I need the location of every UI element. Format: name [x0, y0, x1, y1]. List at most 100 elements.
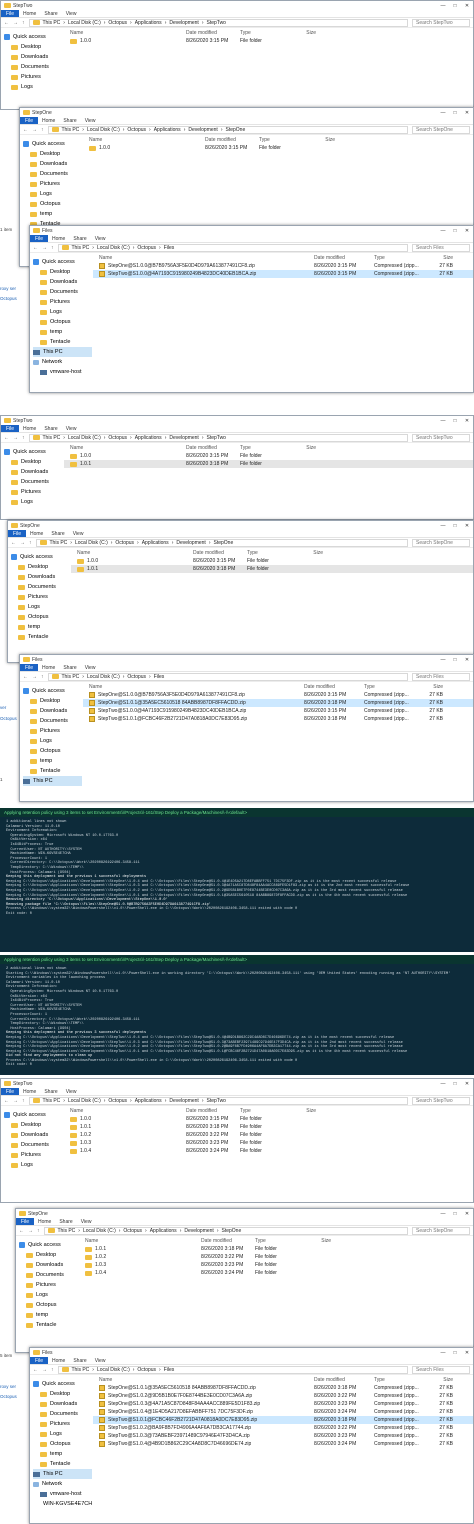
tab-home[interactable]: Home [26, 530, 47, 537]
breadcrumb-segment[interactable]: StepTwo [207, 1098, 226, 1104]
tab-view[interactable]: View [62, 10, 81, 17]
forward-icon[interactable]: → [13, 1098, 18, 1104]
breadcrumb-segment[interactable]: Local Disk (C:) [97, 245, 130, 251]
search-input[interactable]: Search StepOne [412, 1226, 470, 1235]
column-header[interactable]: Name [83, 137, 199, 143]
tab-file[interactable]: File [1, 425, 19, 432]
breadcrumb-segment[interactable]: Local Disk (C:) [68, 435, 101, 441]
maximize-button[interactable]: □ [449, 228, 461, 234]
back-icon[interactable]: ← [4, 1098, 9, 1104]
back-icon[interactable]: ← [33, 1367, 38, 1373]
maximize-button[interactable]: □ [449, 1211, 461, 1217]
file-row[interactable]: StepTwo@S1.0.1@FCBC46F2B2721D47A0818A0DC… [93, 1416, 473, 1424]
nav-item[interactable]: Tentacle [11, 632, 70, 642]
tab-home[interactable]: Home [19, 10, 40, 17]
column-header[interactable]: Date modified [308, 255, 368, 261]
nav-item[interactable]: Downloads [4, 467, 63, 477]
breadcrumb[interactable]: This PC › Local Disk (C:) › Octopus › Files [57, 243, 408, 252]
maximize-button[interactable]: □ [449, 523, 461, 529]
breadcrumb-segment[interactable]: Local Disk (C:) [75, 540, 108, 546]
nav-item[interactable]: Downloads [33, 277, 92, 287]
nav-item[interactable]: Octopus [19, 1300, 78, 1310]
folder-row[interactable]: 1.0.4 8/26/2020 3:24 PM File folder [79, 1269, 473, 1277]
nav-item[interactable]: Documents [33, 287, 92, 297]
breadcrumb-segment[interactable]: Octopus [123, 1228, 142, 1234]
breadcrumb-segment[interactable]: This PC [50, 540, 68, 546]
breadcrumb-segment[interactable]: Octopus [108, 20, 127, 26]
forward-icon[interactable]: → [13, 20, 18, 26]
breadcrumb-segment[interactable]: This PC [72, 245, 90, 251]
breadcrumb-segment[interactable]: Development [169, 20, 198, 26]
column-header[interactable]: Name [83, 684, 298, 690]
column-header[interactable]: Type [358, 684, 418, 690]
tab-home[interactable]: Home [48, 1357, 69, 1364]
nav-item[interactable]: Octopus [33, 317, 92, 327]
breadcrumb-segment[interactable]: StepTwo [207, 20, 226, 26]
search-input[interactable]: Search StepOne [412, 538, 470, 547]
quick-access[interactable]: Quick access [19, 1240, 78, 1250]
nav-item[interactable]: Octopus [11, 612, 70, 622]
up-icon[interactable]: ↑ [51, 1367, 54, 1373]
close-button[interactable]: ✕ [461, 110, 473, 116]
quick-access[interactable]: Quick access [33, 1379, 92, 1389]
nav-item[interactable]: Desktop [33, 1389, 92, 1399]
breadcrumb-segment[interactable]: Applications [142, 540, 169, 546]
column-header[interactable]: Type [368, 255, 428, 261]
nav-item[interactable]: Tentacle [23, 766, 82, 776]
nav-item[interactable]: Documents [4, 477, 63, 487]
nav-item[interactable]: Octopus [23, 746, 82, 756]
breadcrumb[interactable]: This PC › Local Disk (C:) › Octopus › Applicat… [35, 538, 408, 547]
column-header[interactable]: Size [301, 1238, 331, 1244]
column-header[interactable]: Date modified [187, 550, 241, 556]
file-row[interactable]: StepTwo@S1.0.2@BA9F8B7FD4906A4AF6A7DB3CA… [93, 1424, 473, 1432]
up-icon[interactable]: ↑ [29, 540, 32, 546]
column-header[interactable]: Type [249, 1238, 301, 1244]
nav-item[interactable]: Downloads [23, 706, 82, 716]
maximize-button[interactable]: □ [449, 110, 461, 116]
this-pc[interactable]: This PC [23, 776, 82, 786]
file-row[interactable]: StepOne@S1.0.3@4A71A5C87D848F84AA4ACC889… [93, 1400, 473, 1408]
up-icon[interactable]: ↑ [51, 245, 54, 251]
tab-home[interactable]: Home [38, 664, 59, 671]
close-button[interactable]: ✕ [461, 523, 473, 529]
column-header[interactable]: Size [286, 30, 316, 36]
log-header[interactable]: Applying retention policy using 3 items … [0, 808, 474, 817]
tab-share[interactable]: Share [69, 235, 90, 242]
tab-home[interactable]: Home [38, 117, 59, 124]
nav-item[interactable]: temp [23, 756, 82, 766]
folder-row[interactable]: 1.0.1 8/26/2020 3:18 PM File folder [79, 1245, 473, 1253]
nav-item[interactable]: Pictures [23, 179, 82, 189]
nav-item[interactable]: temp [11, 622, 70, 632]
breadcrumb-segment[interactable]: Octopus [127, 674, 146, 680]
search-input[interactable]: Search StepTwo [412, 18, 470, 27]
nav-item[interactable]: Desktop [4, 1120, 63, 1130]
nav-item[interactable]: Logs [23, 189, 82, 199]
breadcrumb-segment[interactable]: Local Disk (C:) [97, 1367, 130, 1373]
nav-item[interactable]: Tentacle [33, 337, 92, 347]
forward-icon[interactable]: → [20, 540, 25, 546]
tab-file[interactable]: File [1, 10, 19, 17]
tab-home[interactable]: Home [19, 1088, 40, 1095]
column-header[interactable]: Name [79, 1238, 195, 1244]
nav-item[interactable]: Octopus [33, 1439, 92, 1449]
breadcrumb-segment[interactable]: Octopus [115, 540, 134, 546]
quick-access[interactable]: Quick access [33, 257, 92, 267]
column-header[interactable]: Name [93, 255, 308, 261]
up-icon[interactable]: ↑ [22, 435, 25, 441]
nav-item[interactable]: Documents [23, 169, 82, 179]
tab-file[interactable]: File [1, 1088, 19, 1095]
nav-item[interactable]: Logs [33, 1429, 92, 1439]
column-header[interactable]: Date modified [308, 1377, 368, 1383]
column-header[interactable]: Type [241, 550, 293, 556]
file-row[interactable]: StepTwo@S1.0.0@4A7193C915980249B4823DC40… [83, 707, 473, 715]
folder-row[interactable]: 1.0.0 8/26/2020 3:15 PM File folder [64, 37, 473, 45]
tab-view[interactable]: View [81, 664, 100, 671]
up-icon[interactable]: ↑ [41, 674, 44, 680]
file-row[interactable]: StepTwo@S1.0.4@4B9D1B862C29C4A8D8C7D4669… [93, 1440, 473, 1448]
nav-item[interactable]: Pictures [19, 1280, 78, 1290]
column-header[interactable]: Date modified [195, 1238, 249, 1244]
nav-item[interactable]: Desktop [19, 1250, 78, 1260]
column-header[interactable]: Type [234, 445, 286, 451]
breadcrumb[interactable]: This PC › Local Disk (C:) › Octopus › Files [57, 1365, 408, 1374]
back-icon[interactable]: ← [33, 245, 38, 251]
